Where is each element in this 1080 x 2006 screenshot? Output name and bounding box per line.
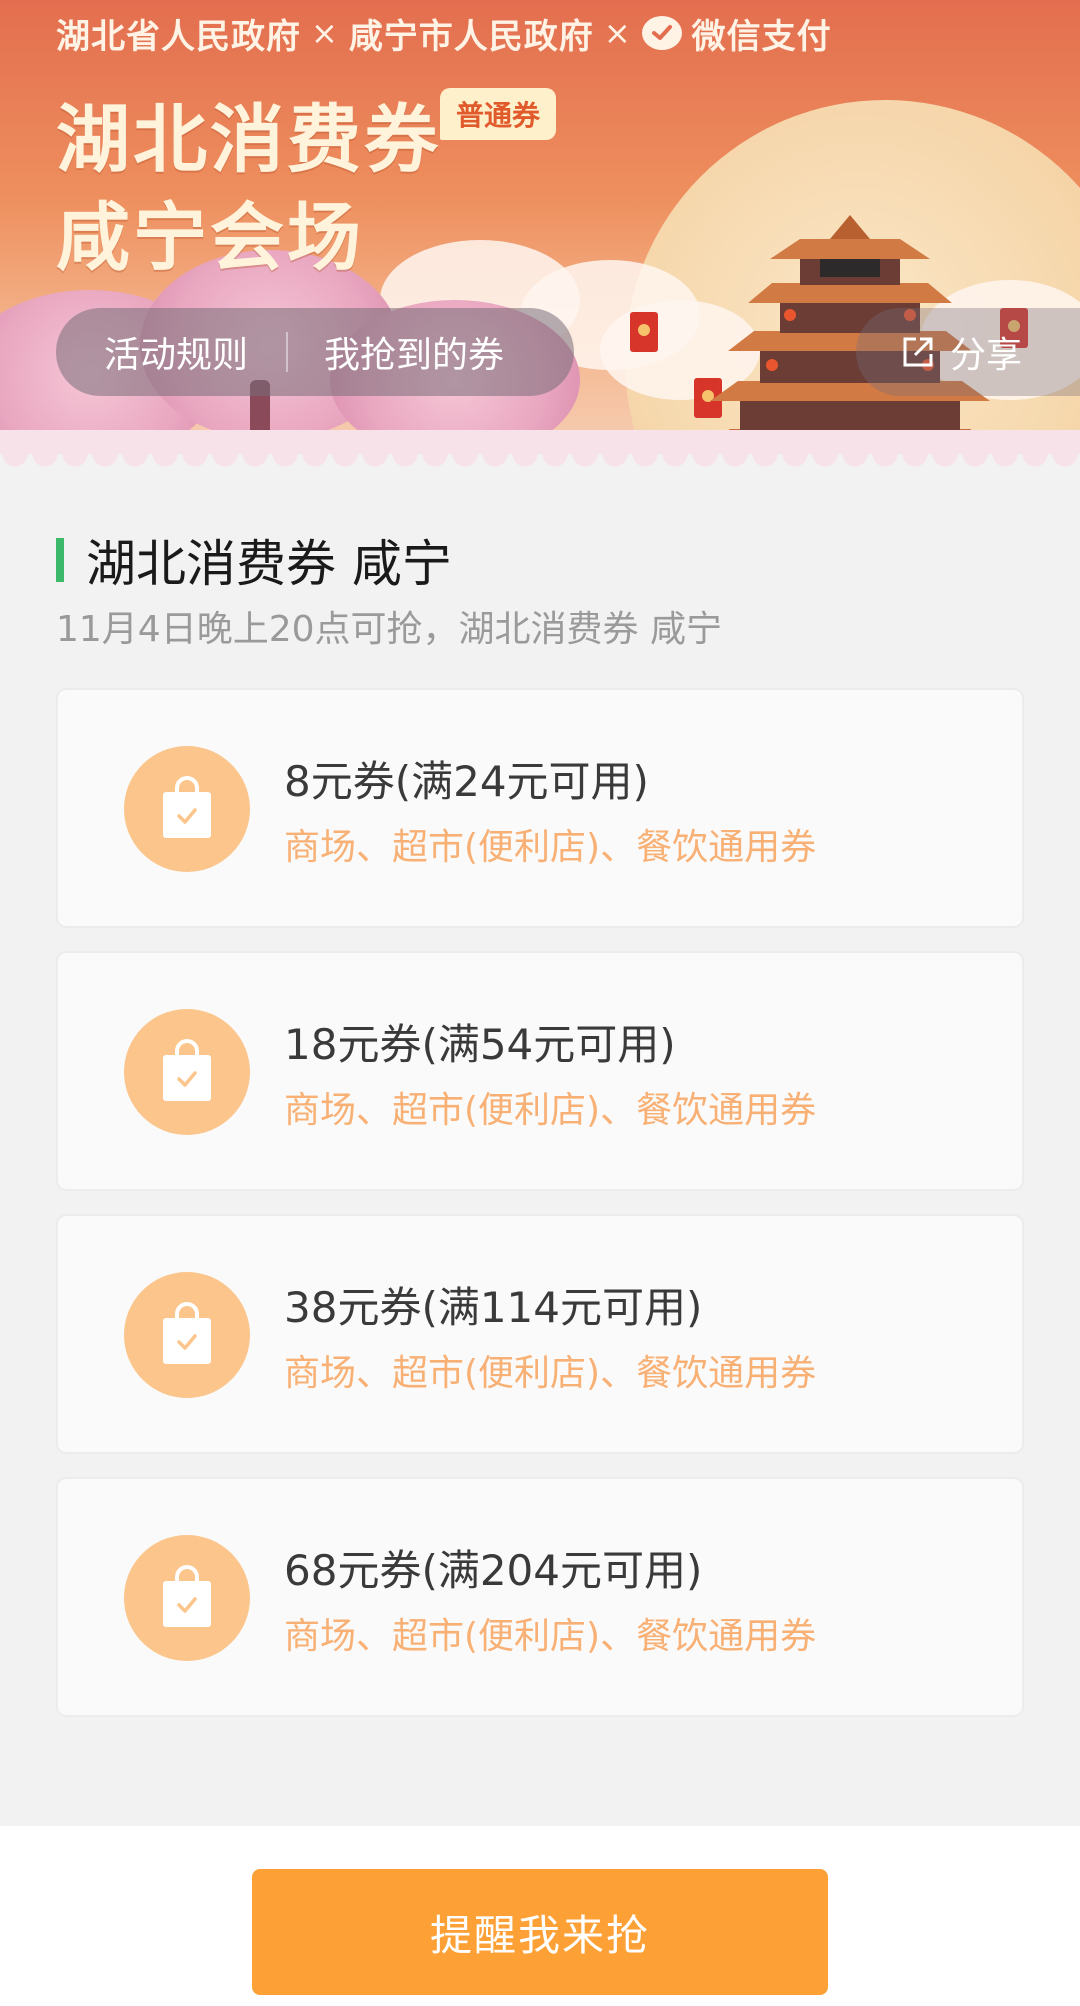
- red-envelope-icon: [630, 312, 658, 352]
- partner-hubei-gov: 湖北省人民政府: [56, 16, 301, 57]
- shopping-bag-check-icon: [124, 1535, 250, 1661]
- hero-banner: 湖北省人民政府 × 咸宁市人民政府 × 微信支付 湖北消费券 普通券 咸宁会场 …: [0, 0, 1080, 470]
- coupon-description: 商场、超市(便利店)、餐饮通用券: [284, 1090, 817, 1131]
- banner-nav-pill: 活动规则 我抢到的券: [56, 308, 574, 396]
- section-header: 湖北消费券 咸宁: [56, 524, 452, 596]
- remind-me-button[interactable]: 提醒我来抢: [252, 1869, 828, 1995]
- banner-title: 湖北消费券: [56, 97, 441, 183]
- share-label: 分享: [950, 335, 1023, 376]
- coupon-card[interactable]: 38元券(满114元可用) 商场、超市(便利店)、餐饮通用券: [56, 1214, 1024, 1454]
- separator-x: ×: [603, 14, 632, 52]
- activity-rules-button[interactable]: 活动规则: [56, 326, 248, 378]
- coupon-title: 8元券(满24元可用): [284, 757, 649, 806]
- coupon-card[interactable]: 8元券(满24元可用) 商场、超市(便利店)、餐饮通用券: [56, 688, 1024, 928]
- coupon-title: 18元券(满54元可用): [284, 1020, 676, 1069]
- coupon-type-badge: 普通券: [440, 88, 557, 140]
- banner-scalloped-edge: [0, 454, 1080, 478]
- share-external-icon: [903, 337, 933, 367]
- wechat-pay-icon: [641, 16, 682, 50]
- partner-wechat-pay: 微信支付: [691, 16, 832, 57]
- coupon-title: 38元券(满114元可用): [284, 1283, 703, 1332]
- share-button[interactable]: 分享: [856, 308, 1080, 396]
- banner-subtitle: 咸宁会场: [56, 195, 364, 281]
- shopping-bag-check-icon: [124, 1009, 250, 1135]
- my-coupons-button[interactable]: 我抢到的券: [288, 326, 504, 378]
- section-subtitle: 11月4日晚上20点可抢，湖北消费券 咸宁: [56, 609, 722, 650]
- coupon-description: 商场、超市(便利店)、餐饮通用券: [284, 1616, 817, 1657]
- separator-x: ×: [311, 14, 339, 52]
- section-accent-bar: [56, 538, 64, 582]
- coupon-card[interactable]: 68元券(满204元可用) 商场、超市(便利店)、餐饮通用券: [56, 1477, 1024, 1717]
- coupon-card[interactable]: 18元券(满54元可用) 商场、超市(便利店)、餐饮通用券: [56, 951, 1024, 1191]
- coupon-description: 商场、超市(便利店)、餐饮通用券: [284, 1353, 817, 1394]
- coupon-description: 商场、超市(便利店)、餐饮通用券: [284, 827, 817, 868]
- shopping-bag-check-icon: [124, 746, 250, 872]
- section-title: 湖北消费券 咸宁: [86, 535, 452, 593]
- partner-xianning-gov: 咸宁市人民政府: [348, 16, 594, 57]
- coupon-title: 68元券(满204元可用): [284, 1546, 703, 1595]
- partner-line: 湖北省人民政府 × 咸宁市人民政府 × 微信支付: [56, 8, 832, 58]
- shopping-bag-check-icon: [124, 1272, 250, 1398]
